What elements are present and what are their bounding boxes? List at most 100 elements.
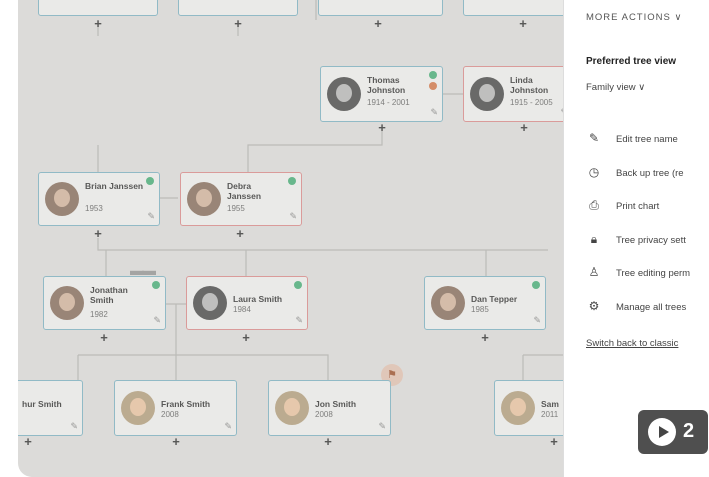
hint-icon[interactable] — [532, 281, 540, 289]
clock-icon: ◷ — [588, 165, 600, 179]
person-card-partial[interactable] — [463, 0, 563, 16]
more-actions-panel: MORE ACTIONS ∨ Preferred tree view Famil… — [563, 0, 709, 477]
edit-icon[interactable]: ✎ — [295, 315, 303, 326]
menu-tree-privacy[interactable]: 🔒︎ Tree privacy sett — [586, 230, 709, 248]
person-card-thomas[interactable]: Thomas Johnston 1914 - 2001 ✎ — [320, 66, 443, 122]
person-card-partial[interactable] — [38, 0, 158, 16]
person-card-arthur[interactable]: hur Smith ✎ — [18, 380, 83, 436]
switch-classic-link[interactable]: Switch back to classic — [586, 338, 678, 349]
person-name: Thomas Johnston — [367, 75, 406, 95]
person-years: 1955 — [227, 204, 245, 213]
person-card-sam[interactable]: Sam 2011 — [494, 380, 563, 436]
edit-icon[interactable]: ✎ — [430, 107, 438, 118]
add-relative-button[interactable]: + — [506, 120, 542, 134]
person-card-linda[interactable]: Linda Johnston 1915 - 2005 ✎ — [463, 66, 563, 122]
menu-label: Edit tree name — [616, 134, 678, 145]
add-relative-button[interactable]: + — [86, 330, 122, 344]
menu-label: Back up tree (re — [616, 168, 684, 179]
add-relative-button[interactable]: + — [536, 434, 563, 448]
hint-icon[interactable] — [146, 177, 154, 185]
person-card-jonathan[interactable]: Jonathan Smith 1982 ✎ — [43, 276, 166, 330]
add-relative-button[interactable]: + — [222, 226, 258, 240]
add-relative-button[interactable]: + — [158, 434, 194, 448]
record-hint-icon[interactable] — [429, 82, 437, 90]
person-name: Brian Janssen — [85, 181, 144, 191]
more-actions-dropdown[interactable]: MORE ACTIONS ∨ — [586, 12, 682, 23]
preferred-view-title: Preferred tree view — [586, 56, 677, 67]
person-years: 2008 — [161, 410, 179, 419]
person-name: Dan Tepper — [471, 294, 518, 304]
lock-icon: 🔒︎ — [590, 232, 598, 246]
person-card-laura[interactable]: Laura Smith 1984 ✎ — [186, 276, 308, 330]
avatar — [327, 77, 361, 111]
family-view-dropdown[interactable]: Family view ∨ — [586, 82, 645, 93]
edit-icon[interactable]: ✎ — [70, 421, 78, 432]
menu-label: Tree privacy sett — [616, 235, 686, 246]
menu-manage-trees[interactable]: ⚙ Manage all trees — [586, 297, 709, 315]
menu-tree-editing[interactable]: ♙ Tree editing perm — [586, 263, 709, 281]
app-frame: + + + + Thomas Johnston 1914 - 2001 ✎ + … — [18, 0, 709, 477]
person-name: hur Smith — [22, 399, 62, 409]
person-years: 1985 — [471, 305, 489, 314]
avatar — [275, 391, 309, 425]
edit-icon[interactable]: ✎ — [153, 315, 161, 326]
gear-icon: ⚙ — [588, 299, 600, 313]
video-counter: 2 — [683, 420, 695, 442]
add-relative-button[interactable]: + — [80, 16, 116, 30]
add-relative-button[interactable]: + — [364, 120, 400, 134]
printer-icon: ⎙ — [589, 198, 599, 212]
add-relative-button[interactable]: + — [310, 434, 346, 448]
edit-icon[interactable]: ✎ — [378, 421, 386, 432]
add-relative-button[interactable]: + — [80, 226, 116, 240]
person-years: 1915 - 2005 — [510, 98, 553, 107]
person-years: 2008 — [315, 410, 333, 419]
video-play-button[interactable]: 2 — [638, 410, 708, 454]
person-card-partial[interactable] — [318, 0, 443, 16]
person-years: 1984 — [233, 305, 251, 314]
add-relative-button[interactable]: + — [505, 16, 541, 30]
pencil-icon: ✎ — [588, 131, 600, 145]
person-name: Jonathan Smith — [90, 285, 128, 305]
hint-icon[interactable] — [288, 177, 296, 185]
person-years: 2011 — [541, 410, 559, 419]
person-card-debra[interactable]: Debra Janssen 1955 ✎ — [180, 172, 302, 226]
person-name: Laura Smith — [233, 294, 283, 304]
add-relative-button[interactable]: + — [360, 16, 396, 30]
add-relative-button[interactable]: + — [18, 434, 46, 448]
person-name: Linda Johnston — [510, 75, 549, 95]
avatar — [187, 182, 221, 216]
avatar — [501, 391, 535, 425]
hint-icon[interactable] — [152, 281, 160, 289]
tree-canvas[interactable]: + + + + Thomas Johnston 1914 - 2001 ✎ + … — [18, 0, 563, 477]
edit-icon[interactable]: ✎ — [289, 211, 297, 222]
avatar — [193, 286, 227, 320]
avatar — [50, 286, 84, 320]
menu-print-chart[interactable]: ⎙ Print chart — [586, 196, 709, 214]
edit-icon[interactable]: ✎ — [224, 421, 232, 432]
avatar — [470, 77, 504, 111]
add-relative-button[interactable]: + — [467, 330, 503, 344]
person-card-dan[interactable]: Dan Tepper 1985 ✎ — [424, 276, 546, 330]
person-name: Jon Smith — [315, 399, 357, 409]
hint-icon[interactable] — [429, 71, 437, 79]
person-card-jon[interactable]: Jon Smith 2008 ✎ — [268, 380, 391, 436]
avatar — [431, 286, 465, 320]
avatar — [121, 391, 155, 425]
menu-back-up-tree[interactable]: ◷ Back up tree (re — [586, 163, 709, 181]
person-name: Sam — [541, 399, 559, 409]
add-relative-button[interactable]: + — [228, 330, 264, 344]
avatar — [45, 182, 79, 216]
person-years: 1953 — [85, 204, 103, 213]
person-card-partial[interactable] — [178, 0, 298, 16]
person-card-frank[interactable]: Frank Smith 2008 ✎ — [114, 380, 237, 436]
add-relative-button[interactable]: + — [220, 16, 256, 30]
edit-icon[interactable]: ✎ — [533, 315, 541, 326]
menu-label: Manage all trees — [616, 302, 687, 313]
menu-label: Tree editing perm — [616, 268, 691, 279]
menu-edit-tree-name[interactable]: ✎ Edit tree name — [586, 129, 709, 147]
edit-icon[interactable]: ✎ — [147, 211, 155, 222]
person-card-brian[interactable]: Brian Janssen 1953 ✎ — [38, 172, 160, 226]
person-icon: ♙ — [588, 265, 600, 279]
menu-label: Print chart — [616, 201, 660, 212]
hint-icon[interactable] — [294, 281, 302, 289]
